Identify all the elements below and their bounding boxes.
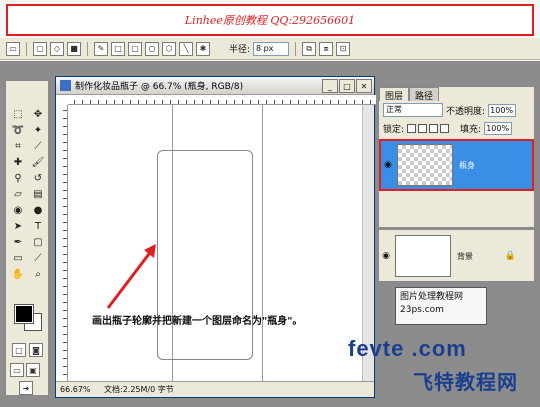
stamp-line1: 图片处理教程网 <box>400 292 464 302</box>
clone-stamp-icon[interactable]: ⚲ <box>9 171 27 185</box>
rectangle-shape-icon[interactable]: □ <box>111 41 125 56</box>
pen-tool-icon[interactable]: ✒ <box>9 235 27 249</box>
minimize-icon[interactable]: _ <box>322 79 338 93</box>
move-icon[interactable]: ✥ <box>29 107 47 121</box>
blend-mode-select[interactable]: 正常 <box>383 103 443 117</box>
paths-mode-icon[interactable]: ◇ <box>50 41 64 56</box>
eye-icon[interactable]: ◉ <box>379 251 393 261</box>
maximize-icon[interactable]: □ <box>339 79 355 93</box>
layer-row-background[interactable]: ◉ 背景 🔒 <box>379 230 534 282</box>
document-size: 文档:2.25M/0 字节 <box>104 385 174 394</box>
watermark-cn: 飞特教程网 <box>413 370 518 394</box>
lock-icon: 🔒 <box>504 251 516 261</box>
blur-icon[interactable]: ◉ <box>9 203 27 217</box>
polygon-icon[interactable]: ⬡ <box>162 41 176 56</box>
fill-pixels-icon[interactable]: ■ <box>67 41 81 56</box>
rounded-rect-icon[interactable]: ▢ <box>128 41 142 56</box>
stamp-line2: 23ps.com <box>400 305 444 315</box>
tutorial-banner: Linhee原创教程 QQ:292656601 <box>6 4 534 36</box>
lock-fill-row: 锁定: 填充: 100% <box>379 119 534 137</box>
ellipse-icon[interactable]: ○ <box>145 41 159 56</box>
site-stamp: 图片处理教程网 23ps.com <box>395 287 487 325</box>
status-bar: 66.67% 文档:2.25M/0 字节 <box>56 381 374 397</box>
radius-label: 半径: <box>229 45 251 55</box>
divider <box>295 41 297 56</box>
divider <box>87 41 88 56</box>
tab-paths[interactable]: 路径 <box>409 87 440 102</box>
pen-icon[interactable]: ✎ <box>94 41 108 56</box>
eye-icon[interactable]: ◉ <box>381 160 395 170</box>
tab-layers[interactable]: 图层 <box>379 87 410 102</box>
window-controls: _ □ ✕ <box>322 79 372 93</box>
fill-input[interactable]: 100% <box>484 121 513 135</box>
lock-options <box>407 123 450 133</box>
fill-label: 填充: <box>460 124 482 135</box>
guide-line <box>262 105 263 381</box>
opacity-input[interactable]: 100% <box>488 103 517 117</box>
dodge-icon[interactable]: ● <box>29 203 47 217</box>
vertical-ruler[interactable] <box>56 105 68 381</box>
marquee-icon[interactable]: ⬚ <box>9 107 27 121</box>
line-icon[interactable]: ╲ <box>179 41 193 56</box>
panel-tabs: 图层 路径 <box>379 87 534 102</box>
eyedropper-icon[interactable]: ⟋ <box>29 251 47 265</box>
watermark-latin: fevte .com <box>348 336 467 361</box>
path-subtract-icon[interactable]: ⧈ <box>319 41 334 56</box>
lock-position-icon[interactable] <box>429 123 439 133</box>
lock-all-icon[interactable] <box>440 123 450 133</box>
magic-wand-icon[interactable]: ✦ <box>29 123 47 137</box>
lock-transparency-icon[interactable] <box>407 123 417 133</box>
horizontal-ruler[interactable] <box>68 95 376 105</box>
standard-mode-icon[interactable]: □ <box>12 343 26 357</box>
options-bar: ▭ ▢ ◇ ■ ✎ □ ▢ ○ ⬡ ╲ ✱ 半径: 8 px ⧉ ⧈ ⊡ <box>0 38 540 60</box>
tool-preset-icon[interactable]: ▭ <box>6 41 20 56</box>
shape-tool-icon[interactable]: ▢ <box>29 235 47 249</box>
document-title: 制作化妆品瓶子 @ 66.7% (瓶身, RGB/8) <box>75 82 244 92</box>
lasso-icon[interactable]: ➰ <box>9 123 27 137</box>
lock-pixels-icon[interactable] <box>418 123 428 133</box>
radius-input[interactable]: 8 px <box>253 41 290 56</box>
document-icon <box>60 80 71 91</box>
eraser-icon[interactable]: ▱ <box>9 187 27 201</box>
zoom-icon[interactable]: ⌕ <box>29 267 47 281</box>
tutorial-annotation: 画出瓶子轮廓并把新建一个图层命名为"瓶身"。 <box>92 316 303 327</box>
layer-thumbnail <box>395 235 451 277</box>
opacity-label: 不透明度: <box>446 106 486 117</box>
gradient-icon[interactable]: ▤ <box>29 187 47 201</box>
bottle-outline-path <box>157 150 253 360</box>
history-brush-icon[interactable]: ↺ <box>29 171 47 185</box>
screen-mode-full-icon[interactable]: ▣ <box>26 363 40 377</box>
layer-row-bottle[interactable]: ◉ 瓶身 <box>379 139 534 191</box>
lock-label: 锁定: <box>383 124 405 135</box>
shape-layers-icon[interactable]: ▢ <box>33 41 47 56</box>
path-combine-icon[interactable]: ⧉ <box>302 41 317 56</box>
layers-panel: 图层 路径 正常 不透明度: 100% 锁定: 填充: 100% ◉ 瓶身 <box>378 86 535 228</box>
custom-shape-icon[interactable]: ✱ <box>196 41 210 56</box>
healing-brush-icon[interactable]: ✚ <box>9 155 27 169</box>
type-icon[interactable]: T <box>29 219 47 233</box>
screen-mode-standard-icon[interactable]: ▭ <box>10 363 24 377</box>
red-arrow <box>106 244 156 309</box>
hand-icon[interactable]: ✋ <box>9 267 27 281</box>
close-icon[interactable]: ✕ <box>356 79 372 93</box>
brush-icon[interactable]: 🖌 <box>29 155 47 169</box>
layer-name: 背景 <box>457 251 473 261</box>
banner-text: Linhee原创教程 QQ:292656601 <box>184 14 356 27</box>
foreground-color-swatch[interactable] <box>14 304 34 324</box>
notes-icon[interactable]: ▭ <box>9 251 27 265</box>
tools-panel: ⬚ ✥ ➰ ✦ ⌗ ⟋ ✚ 🖌 ⚲ ↺ ▱ ▤ ◉ ● ➤ T ✒ ▢ ▭ ⟋ … <box>5 80 49 396</box>
slice-icon[interactable]: ⟋ <box>29 139 47 153</box>
blend-opacity-row: 正常 不透明度: 100% <box>379 101 534 119</box>
layers-panel-lower: ◉ 背景 🔒 <box>378 230 535 282</box>
path-select-icon[interactable]: ➤ <box>9 219 27 233</box>
divider <box>26 41 27 56</box>
zoom-level[interactable]: 66.67% <box>60 385 96 394</box>
path-intersect-icon[interactable]: ⊡ <box>336 41 351 56</box>
quick-mask-icon[interactable]: ◙ <box>29 343 43 357</box>
crop-icon[interactable]: ⌗ <box>9 139 27 153</box>
jump-to-imageready-icon[interactable]: ➜ <box>19 381 33 395</box>
layer-name: 瓶身 <box>459 160 475 170</box>
layer-thumbnail <box>397 144 453 186</box>
